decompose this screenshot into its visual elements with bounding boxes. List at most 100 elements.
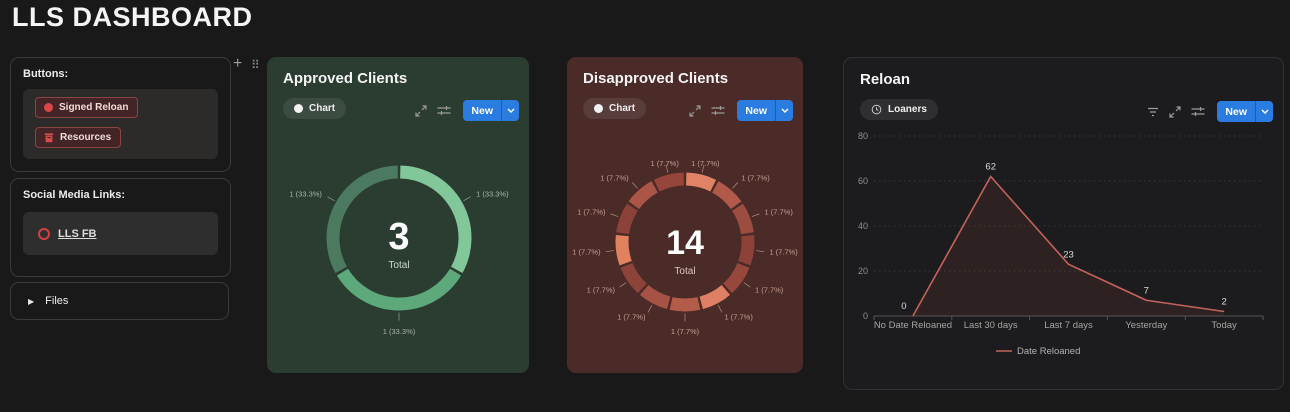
pie-label: 1 (7.7%) (577, 207, 605, 216)
pie-label-leader (611, 214, 618, 217)
expand-icon[interactable] (415, 105, 427, 117)
pie-label-leader (464, 197, 471, 201)
social-links-section: Social Media Links: LLS FB (10, 178, 231, 277)
disapproved-total-label: Total (666, 266, 704, 277)
new-button[interactable]: New (463, 100, 519, 121)
x-category-label: Today (1211, 320, 1237, 331)
white-dot-icon (594, 104, 603, 113)
data-point-label: 7 (1144, 285, 1149, 296)
pie-segment[interactable] (728, 265, 744, 288)
reloan-card-title: Reloan (860, 71, 910, 88)
pie-segment[interactable] (701, 290, 726, 303)
approved-total-value: 3 (388, 217, 409, 257)
drag-handle-icon[interactable]: ⠿ (251, 58, 260, 72)
pie-label-leader (620, 283, 627, 288)
pie-segment[interactable] (686, 179, 713, 186)
social-section-label: Social Media Links: (23, 189, 125, 201)
expand-icon[interactable] (1169, 106, 1181, 118)
chart-type-badge[interactable]: Chart (283, 98, 346, 119)
loaners-badge-label: Loaners (888, 104, 927, 115)
buttons-panel: Signed Reloan Resources (23, 89, 218, 159)
chevron-down-icon[interactable] (1256, 101, 1273, 122)
circle-ring-icon (38, 228, 50, 240)
settings-sliders-icon[interactable] (437, 105, 451, 116)
chevron-down-icon[interactable] (776, 100, 793, 121)
approved-total-label: Total (388, 260, 409, 271)
pie-label: 1 (7.7%) (755, 286, 783, 295)
lls-fb-link[interactable]: LLS FB (58, 228, 97, 240)
pie-label: 1 (7.7%) (741, 174, 769, 183)
add-widget-icon[interactable]: + (233, 56, 242, 72)
pie-label: 1 (7.7%) (764, 207, 792, 216)
pie-segment[interactable] (333, 172, 398, 270)
pie-segment[interactable] (627, 265, 643, 288)
data-point-label: 0 (901, 301, 906, 312)
y-tick-label: 60 (858, 176, 868, 186)
chart-badge-label: Chart (309, 103, 335, 114)
new-button-label: New (737, 105, 775, 117)
new-button[interactable]: New (1217, 101, 1273, 122)
files-section[interactable]: ▶ Files (10, 282, 229, 320)
line-area-fill (913, 177, 1224, 317)
y-tick-label: 20 (858, 266, 868, 276)
pie-segment[interactable] (738, 207, 748, 233)
pie-label-leader (732, 182, 737, 188)
buttons-section-label: Buttons: (23, 68, 68, 80)
caret-right-icon[interactable]: ▶ (28, 297, 34, 306)
legend-label[interactable]: Date Reloaned (1017, 346, 1080, 357)
disapproved-donut-center: 14 Total (666, 223, 704, 277)
trash-icon (44, 132, 54, 143)
pie-segment[interactable] (634, 187, 655, 205)
pie-label: 1 (7.7%) (725, 313, 753, 322)
pie-label-leader (606, 251, 614, 252)
pie-label: 1 (33.3%) (289, 189, 322, 198)
pie-segment[interactable] (657, 179, 684, 186)
pie-label: 1 (7.7%) (600, 174, 628, 183)
pie-segment[interactable] (715, 187, 736, 205)
signed-reloan-button[interactable]: Signed Reloan (35, 97, 138, 118)
approved-clients-card: Approved Clients Chart New 3 Total 1 (33… (267, 57, 529, 373)
pie-segment[interactable] (644, 290, 669, 303)
new-button[interactable]: New (737, 100, 793, 121)
x-category-label: Last 30 days (964, 320, 1018, 331)
pie-segment[interactable] (623, 207, 633, 233)
pie-segment[interactable] (671, 303, 699, 305)
pie-label: 1 (33.3%) (383, 327, 416, 336)
pie-segment[interactable] (744, 236, 748, 264)
filter-icon[interactable] (1147, 107, 1159, 117)
pie-label: 1 (7.7%) (671, 327, 699, 336)
loaners-badge[interactable]: Loaners (860, 99, 938, 120)
approved-card-title: Approved Clients (283, 70, 407, 87)
pie-label-leader (632, 182, 637, 188)
red-dot-icon (44, 103, 53, 112)
pie-label: 1 (7.7%) (587, 286, 615, 295)
signed-reloan-label: Signed Reloan (59, 102, 128, 113)
new-button-label: New (1217, 106, 1255, 118)
disapproved-clients-card: Disapproved Clients Chart New 14 Total 1… (567, 57, 803, 373)
settings-sliders-icon[interactable] (711, 105, 725, 116)
pie-label: 1 (7.7%) (572, 248, 600, 257)
pie-label-leader (752, 214, 759, 217)
resources-button[interactable]: Resources (35, 127, 121, 148)
expand-icon[interactable] (689, 105, 701, 117)
chevron-down-icon[interactable] (502, 100, 519, 121)
pie-label: 1 (7.7%) (650, 159, 678, 168)
x-category-label: Yesterday (1125, 320, 1167, 331)
clock-icon (871, 104, 882, 115)
pie-segment[interactable] (622, 236, 626, 264)
x-category-label: Last 7 days (1044, 320, 1093, 331)
settings-sliders-icon[interactable] (1191, 106, 1205, 117)
disapproved-card-title: Disapproved Clients (583, 70, 728, 87)
data-point-label: 2 (1221, 297, 1226, 308)
pie-segment[interactable] (342, 272, 455, 304)
pie-segment[interactable] (400, 172, 465, 270)
pie-label-leader (718, 305, 722, 312)
reloan-card: Reloan Loaners New 020406080No Date Relo… (843, 57, 1284, 390)
social-links-panel: LLS FB (23, 212, 218, 255)
new-button-label: New (463, 105, 501, 117)
chart-type-badge[interactable]: Chart (583, 98, 646, 119)
pie-label-leader (744, 283, 751, 288)
data-line[interactable] (913, 177, 1224, 317)
y-tick-label: 40 (858, 221, 868, 231)
white-dot-icon (294, 104, 303, 113)
